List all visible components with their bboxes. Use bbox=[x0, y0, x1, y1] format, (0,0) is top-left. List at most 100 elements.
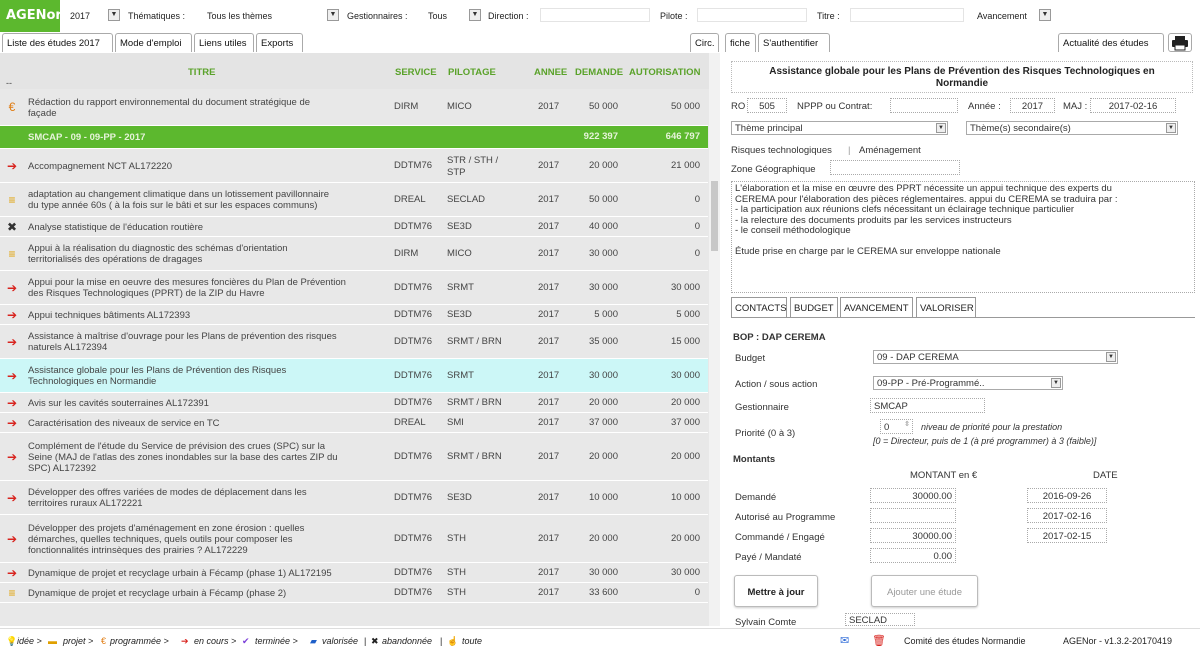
montant-field[interactable] bbox=[870, 508, 956, 523]
cell-autorisation: 646 797 bbox=[665, 131, 700, 142]
theme-principal-value: Thème principal bbox=[735, 123, 803, 134]
tab-contacts[interactable]: CONTACTS bbox=[731, 297, 787, 317]
col-titre[interactable]: TITRE bbox=[188, 67, 215, 78]
avancement-dropdown-icon[interactable]: ▼ bbox=[1039, 9, 1051, 21]
pilote-input[interactable] bbox=[697, 8, 807, 22]
montant-field[interactable]: 0.00 bbox=[870, 548, 956, 563]
hand-pointer-icon[interactable]: ☝ bbox=[447, 636, 458, 647]
book-icon[interactable]: ▰ bbox=[310, 636, 317, 647]
action-select[interactable]: 09-PP - Pré-Programmé.. ▼ bbox=[873, 376, 1063, 390]
date-field[interactable]: 2017-02-16 bbox=[1027, 508, 1107, 523]
maj-field[interactable]: 2017-02-16 bbox=[1090, 98, 1176, 113]
legend-idee[interactable]: idée > bbox=[17, 636, 42, 646]
tab-exports[interactable]: Exports bbox=[256, 33, 303, 52]
table-row[interactable]: € Rédaction du rapport environnemental du… bbox=[0, 89, 708, 126]
theme-principal-select[interactable]: Thème principal ▼ bbox=[731, 121, 948, 135]
tab-mode-emploi[interactable]: Mode d'emploi bbox=[115, 33, 192, 52]
tab-valoriser[interactable]: VALORISER bbox=[916, 297, 976, 317]
check-icon[interactable]: ✔ bbox=[242, 636, 250, 647]
table-row[interactable]: ≡ Dynamique de projet et recyclage urbain… bbox=[0, 583, 708, 603]
tab-avancement[interactable]: AVANCEMENT bbox=[840, 297, 913, 317]
tab-budget[interactable]: BUDGET bbox=[790, 297, 838, 317]
col-autorisation[interactable]: AUTORISATION bbox=[629, 67, 700, 78]
euro-icon[interactable]: € bbox=[101, 636, 106, 646]
row-title-line: Caractérisation des niveaux de service e… bbox=[28, 417, 220, 429]
description-textarea[interactable]: L'élaboration et la mise en œuvre des PP… bbox=[731, 181, 1195, 293]
cell-autorisation: 20 000 bbox=[670, 450, 700, 462]
legend-abandonnee[interactable]: abandonnée bbox=[382, 636, 432, 646]
table-row[interactable]: ➔ Dynamique de projet et recyclage urbain… bbox=[0, 563, 708, 583]
cell-annee: 2017 bbox=[538, 335, 560, 347]
thematiques-dropdown-icon[interactable]: ▼ bbox=[327, 9, 339, 21]
table-row[interactable]: ➔ Accompagnement NCT AL172220 DDTM76 STR / … bbox=[0, 149, 708, 183]
montant-field[interactable]: 30000.00 bbox=[870, 488, 956, 503]
update-button[interactable]: Mettre à jour bbox=[734, 575, 818, 607]
row-title-line: des Risques Technologiques (PPRT) de la … bbox=[28, 288, 265, 299]
montant-field[interactable]: 30000.00 bbox=[870, 528, 956, 543]
cell-autorisation: 20 000 bbox=[670, 396, 700, 408]
table-row[interactable]: ✖ Analyse statistique de l'éducation rout… bbox=[0, 217, 708, 237]
trash-icon[interactable]: 🗑 bbox=[872, 634, 886, 647]
mail-icon[interactable]: ✉ bbox=[840, 634, 849, 647]
legend-valorisee[interactable]: valorisée bbox=[322, 636, 358, 646]
tab-actualite-etudes[interactable]: Actualité des études bbox=[1058, 33, 1164, 52]
table-row[interactable]: ≡ Appui à la réalisation du diagnostic de… bbox=[0, 237, 708, 271]
priorite-stepper[interactable]: 0 ⇳ bbox=[880, 419, 913, 434]
annee-field[interactable]: 2017 bbox=[1010, 98, 1055, 113]
budget-select[interactable]: 09 - DAP CEREMA ▼ bbox=[873, 350, 1118, 364]
ro-field[interactable]: 505 bbox=[747, 98, 787, 113]
print-icon[interactable] bbox=[1168, 33, 1192, 52]
table-row[interactable]: ➔ Développer des offres variées de modes … bbox=[0, 481, 708, 515]
app-logo[interactable]: AGENor bbox=[0, 0, 62, 32]
themes-secondaires-select[interactable]: Thème(s) secondaire(s) ▼ bbox=[966, 121, 1178, 135]
tab-authentifier[interactable]: S'authentifier bbox=[758, 33, 830, 52]
gestionnaires-dropdown-icon[interactable]: ▼ bbox=[469, 9, 481, 21]
date-field[interactable]: 2017-02-15 bbox=[1027, 528, 1107, 543]
group-row[interactable]: SMCAP - 09 - 09-PP - 2017 922 397 646 797 bbox=[0, 126, 708, 149]
legend-toute[interactable]: toute bbox=[462, 636, 482, 646]
table-row[interactable]: ➔ Complément de l'étude du Service de pré… bbox=[0, 433, 708, 481]
col-service[interactable]: SERVICE bbox=[395, 67, 437, 78]
cell-service: DREAL bbox=[394, 416, 426, 428]
direction-input[interactable] bbox=[540, 8, 650, 22]
cell-autorisation: 21 000 bbox=[670, 159, 700, 171]
cell-demande: 30 000 bbox=[588, 566, 618, 578]
col-annee[interactable]: ANNEE bbox=[534, 67, 567, 78]
table-row[interactable]: ➔ Appui techniques bâtiments AL172393 DDTM… bbox=[0, 305, 708, 325]
col-pilotage[interactable]: PILOTAGE bbox=[448, 67, 496, 78]
table-row[interactable]: ≡ adaptation au changement climatique dan… bbox=[0, 183, 708, 217]
gestionnaire-field[interactable]: SMCAP bbox=[870, 398, 985, 413]
year-dropdown-icon[interactable]: ▼ bbox=[108, 9, 120, 21]
theme-tag-1: Risques technologiques bbox=[731, 145, 832, 156]
tab-liens-utiles[interactable]: Liens utiles bbox=[194, 33, 254, 52]
legend-terminee[interactable]: terminée > bbox=[255, 636, 298, 646]
tab-circ[interactable]: Circ. bbox=[690, 33, 719, 52]
tab-liste-etudes[interactable]: Liste des études 2017 bbox=[2, 33, 113, 52]
scrollbar-thumb[interactable] bbox=[711, 181, 718, 251]
table-row[interactable]: ➔ Développer des projets d'aménagement en… bbox=[0, 515, 708, 563]
col-demande[interactable]: DEMANDE bbox=[575, 67, 623, 78]
table-row[interactable]: ➔ Assistance globale pour les Plans de Pr… bbox=[0, 359, 708, 393]
table-row[interactable]: ➔ Caractérisation des niveaux de service … bbox=[0, 413, 708, 433]
nppp-field[interactable] bbox=[890, 98, 958, 113]
projet-icon[interactable]: ▬ bbox=[48, 636, 57, 646]
table-row[interactable]: ➔ Appui pour la mise en oeuvre des mesure… bbox=[0, 271, 708, 305]
add-study-button[interactable]: Ajouter une étude bbox=[871, 575, 978, 607]
arrow-right-icon[interactable]: ➔ bbox=[181, 636, 189, 647]
legend-encours[interactable]: en cours > bbox=[194, 636, 236, 646]
zone-field[interactable] bbox=[830, 160, 960, 175]
list-scrollbar[interactable] bbox=[709, 53, 720, 626]
legend-programmee[interactable]: programmée > bbox=[110, 636, 169, 646]
row-title-line: Technologiques en Normandie bbox=[28, 376, 157, 387]
table-row[interactable]: ➔ Assistance à maîtrise d'ouvrage pour le… bbox=[0, 325, 708, 359]
titre-input[interactable] bbox=[850, 8, 964, 22]
idee-icon[interactable]: 💡 bbox=[6, 636, 17, 647]
date-field[interactable]: 2016-09-26 bbox=[1027, 488, 1107, 503]
stepper-arrows-icon[interactable]: ⇳ bbox=[904, 420, 910, 428]
cell-service: DREAL bbox=[394, 193, 426, 205]
row-title: Appui à la réalisation du diagnostic des… bbox=[28, 243, 378, 265]
table-row[interactable]: ➔ Avis sur les cavités souterraines AL172… bbox=[0, 393, 708, 413]
legend-projet[interactable]: projet > bbox=[63, 636, 93, 646]
tab-fiche[interactable]: fiche bbox=[725, 33, 756, 52]
close-icon[interactable]: ✖ bbox=[371, 636, 379, 647]
